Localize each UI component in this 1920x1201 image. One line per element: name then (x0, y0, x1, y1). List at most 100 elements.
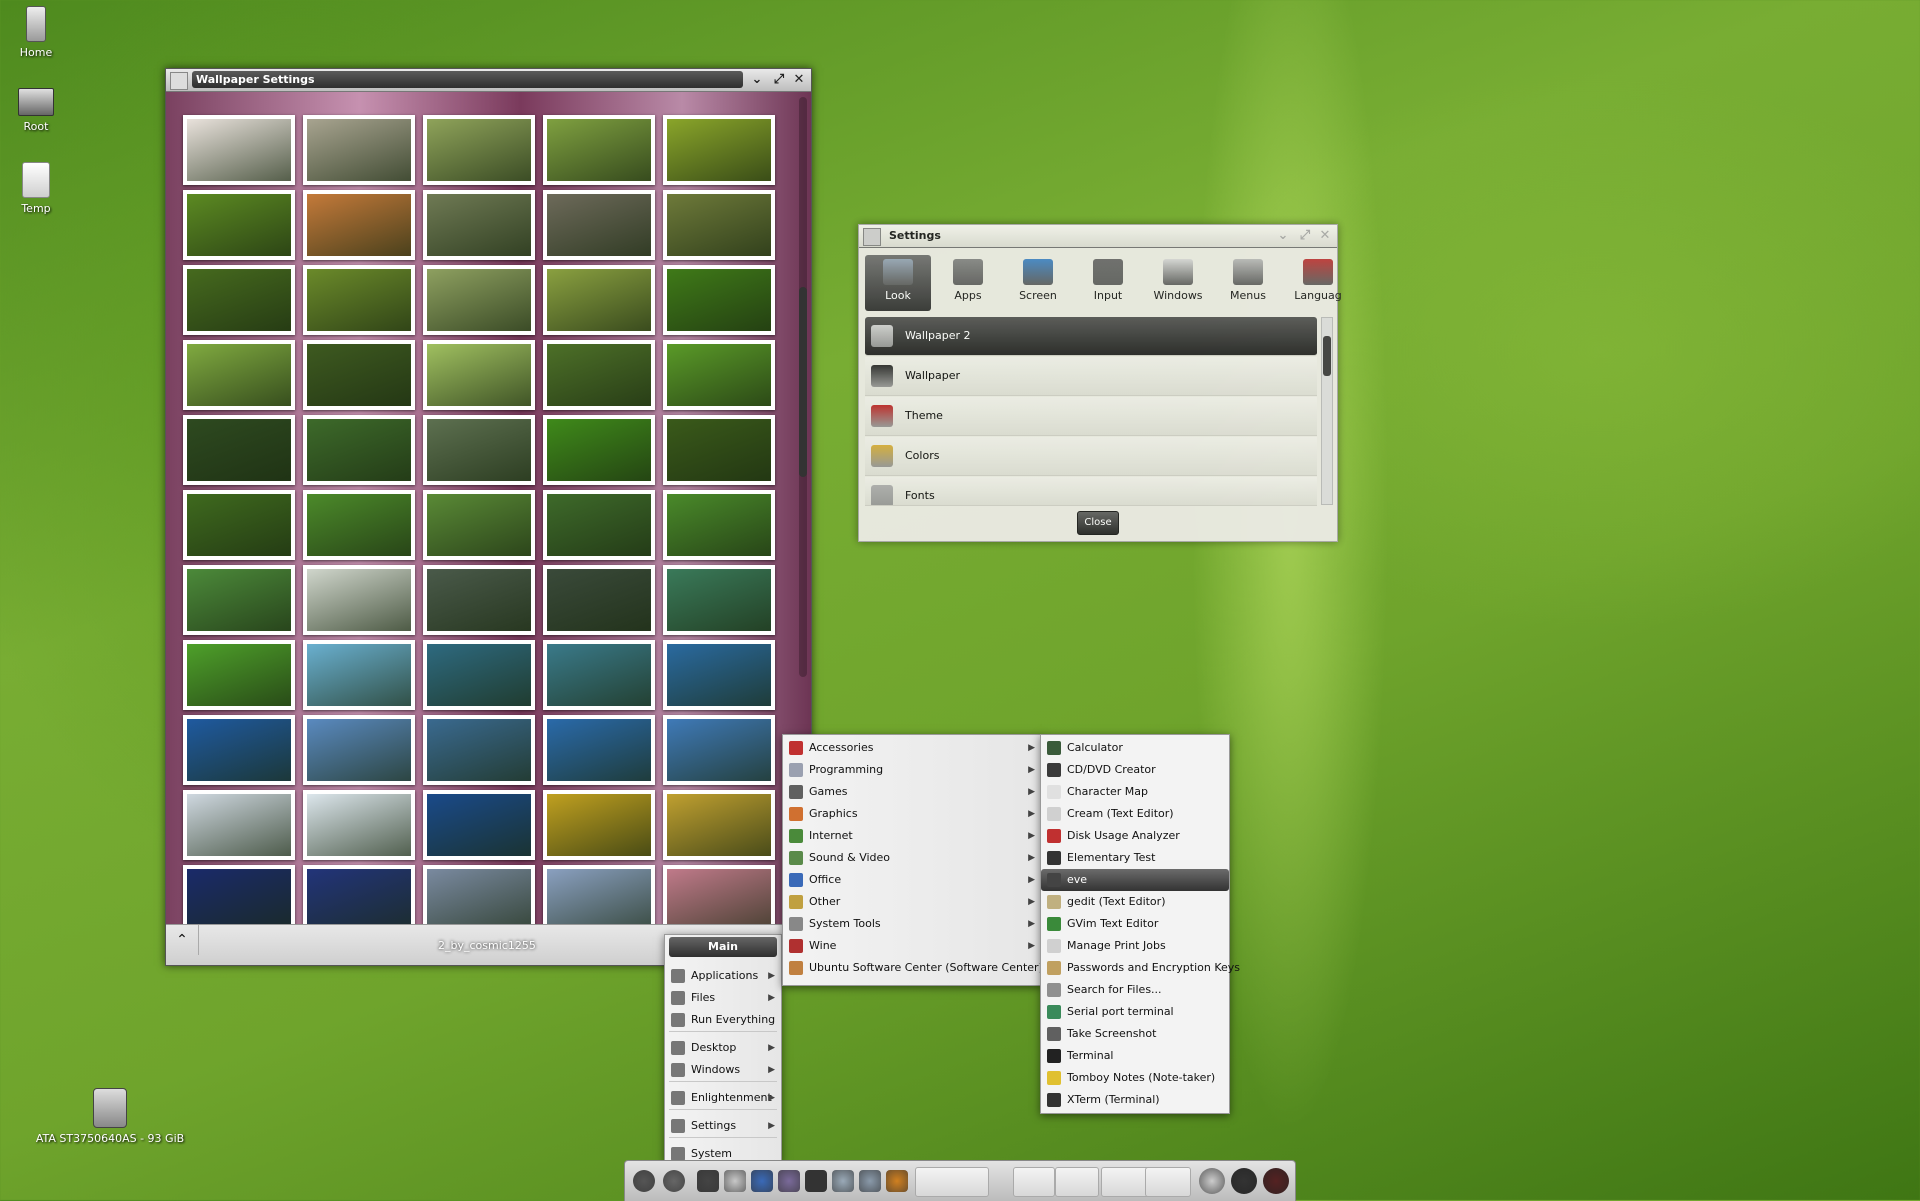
shelf-slot[interactable] (1145, 1167, 1191, 1197)
applications-menu-item[interactable]: Ubuntu Software Center (Software Center) (783, 957, 1043, 979)
wallpaper-thumbnail[interactable] (183, 790, 295, 860)
applications-menu-item[interactable]: Programming ▶ (783, 759, 1041, 781)
wallpaper-thumbnail[interactable] (423, 790, 535, 860)
window-titlebar[interactable]: Wallpaper Settings ⌄ ⤢ ✕ (166, 69, 811, 92)
wallpaper-thumbnail[interactable] (663, 190, 775, 260)
wallpaper-thumbnail[interactable] (663, 265, 775, 335)
accessories-menu-item[interactable]: Terminal (1041, 1045, 1229, 1067)
accessories-menu-item[interactable]: Serial port terminal (1041, 1001, 1229, 1023)
settings-category-menus[interactable]: Menus (1215, 255, 1281, 311)
wallpaper-thumbnail[interactable] (303, 790, 415, 860)
wallpaper-thumbnail[interactable] (183, 115, 295, 185)
wallpaper-thumbnail[interactable] (663, 565, 775, 635)
accessories-menu-item[interactable]: Take Screenshot (1041, 1023, 1229, 1045)
wallpaper-thumbnail[interactable] (543, 640, 655, 710)
wallpaper-thumbnail[interactable] (423, 415, 535, 485)
applications-menu-item[interactable]: Accessories ▶ (783, 737, 1041, 759)
accessories-menu-item[interactable]: gedit (Text Editor) (1041, 891, 1229, 913)
globe-icon[interactable] (751, 1170, 773, 1192)
settings-item-wallpaper-2[interactable]: Wallpaper 2 (865, 317, 1317, 356)
wallpaper-thumbnail[interactable] (663, 715, 775, 785)
wallpaper-thumbnail[interactable] (183, 415, 295, 485)
main-menu-item-windows[interactable]: Windows ▶ (665, 1059, 781, 1081)
wallpaper-thumbnail[interactable] (663, 490, 775, 560)
shelf-slot[interactable] (915, 1167, 989, 1197)
accessories-menu-item[interactable]: Calculator (1041, 737, 1229, 759)
wallpaper-thumbnail[interactable] (423, 490, 535, 560)
window-menu-icon[interactable] (863, 228, 881, 246)
wallpaper-thumbnail[interactable] (543, 790, 655, 860)
network-icon[interactable] (859, 1170, 881, 1192)
accessories-menu-item[interactable]: Character Map (1041, 781, 1229, 803)
wallpaper-thumbnail[interactable] (663, 340, 775, 410)
search-icon[interactable] (663, 1170, 685, 1192)
battery-gauge-icon[interactable] (1263, 1168, 1289, 1194)
main-menu-item-desktop[interactable]: Desktop ▶ (665, 1037, 781, 1059)
desktop-icon-temp[interactable]: Temp (0, 162, 72, 215)
wallpaper-thumbnail[interactable] (423, 640, 535, 710)
wallpaper-thumbnail[interactable] (303, 715, 415, 785)
settings-category-apps[interactable]: Apps (935, 255, 1001, 311)
wallpaper-thumbnail[interactable] (183, 565, 295, 635)
scrollbar-thumb[interactable] (799, 287, 807, 477)
shelf-slot[interactable] (1013, 1167, 1055, 1197)
settings-category-languag[interactable]: Languag (1285, 255, 1351, 311)
desktop-icon-home[interactable]: Home (0, 6, 72, 59)
minimize-icon[interactable]: ⌄ (1275, 228, 1291, 244)
wallpaper-thumbnail[interactable] (663, 640, 775, 710)
applications-menu-item[interactable]: Graphics ▶ (783, 803, 1041, 825)
wallpaper-thumbnail[interactable] (543, 265, 655, 335)
window-menu-icon[interactable] (170, 72, 188, 90)
close-icon[interactable]: ✕ (1317, 228, 1333, 244)
applications-menu-item[interactable]: Other ▶ (783, 891, 1041, 913)
package-icon[interactable] (832, 1170, 854, 1192)
settings-category-windows[interactable]: Windows (1145, 255, 1211, 311)
wallpaper-thumbnail[interactable] (303, 565, 415, 635)
main-menu-item-run-everything[interactable]: Run Everything (665, 1009, 781, 1031)
wallpaper-thumbnail[interactable] (663, 115, 775, 185)
wallpaper-thumbnail[interactable] (423, 190, 535, 260)
applications-menu-item[interactable]: Sound & Video ▶ (783, 847, 1041, 869)
main-menu-item-settings[interactable]: Settings ▶ (665, 1115, 781, 1137)
accessories-menu-item[interactable]: GVim Text Editor (1041, 913, 1229, 935)
accessories-menu-item[interactable]: Elementary Test (1041, 847, 1229, 869)
clock-icon[interactable] (1231, 1168, 1257, 1194)
wallpaper-thumbnail[interactable] (183, 640, 295, 710)
window-titlebar[interactable]: Settings ⌄ ⤢ ✕ (859, 225, 1337, 248)
applications-menu-item[interactable]: Office ▶ (783, 869, 1041, 891)
wallpaper-thumbnail[interactable] (543, 415, 655, 485)
accessories-menu-item[interactable]: XTerm (Terminal) (1041, 1089, 1229, 1111)
accessories-menu-item[interactable]: Cream (Text Editor) (1041, 803, 1229, 825)
wallpaper-thumbnail[interactable] (543, 490, 655, 560)
wallpaper-thumbnail[interactable] (543, 115, 655, 185)
scrollbar-thumb[interactable] (1323, 336, 1331, 376)
maximize-icon[interactable]: ⤢ (771, 72, 787, 88)
wallpaper-thumbnail[interactable] (303, 415, 415, 485)
wallpaper-thumbnail[interactable] (543, 190, 655, 260)
tools-icon[interactable] (886, 1170, 908, 1192)
mail-icon[interactable] (724, 1170, 746, 1192)
wallpaper-thumbnail[interactable] (183, 490, 295, 560)
wallpaper-thumbnail[interactable] (543, 715, 655, 785)
settings-category-look[interactable]: Look (865, 255, 931, 311)
up-arrow-icon[interactable]: ⌃ (166, 925, 199, 955)
accessories-menu-item[interactable]: Disk Usage Analyzer (1041, 825, 1229, 847)
inkscape-icon[interactable] (805, 1170, 827, 1192)
accessories-menu-item[interactable]: Passwords and Encryption Keys (1041, 957, 1240, 979)
wallpaper-thumbnail[interactable] (423, 565, 535, 635)
wallpaper-thumbnail[interactable] (423, 340, 535, 410)
accessories-menu-item[interactable]: CD/DVD Creator (1041, 759, 1229, 781)
main-menu-item-enlightenment[interactable]: Enlightenment ▶ (665, 1087, 781, 1109)
settings-item-colors[interactable]: Colors (865, 437, 1317, 476)
close-icon[interactable]: ✕ (791, 72, 807, 88)
wallpaper-thumbnail[interactable] (183, 340, 295, 410)
accessories-menu-item[interactable]: Search for Files... (1041, 979, 1229, 1001)
accessories-menu-item[interactable]: eve (1041, 869, 1229, 891)
close-button[interactable]: Close (1077, 511, 1119, 535)
wallpaper-thumbnail[interactable] (303, 115, 415, 185)
wallpaper-thumbnail[interactable] (423, 715, 535, 785)
settings-item-theme[interactable]: Theme (865, 397, 1317, 436)
wallpaper-thumbnail[interactable] (663, 790, 775, 860)
pidgin-icon[interactable] (778, 1170, 800, 1192)
wallpaper-thumbnail[interactable] (303, 340, 415, 410)
